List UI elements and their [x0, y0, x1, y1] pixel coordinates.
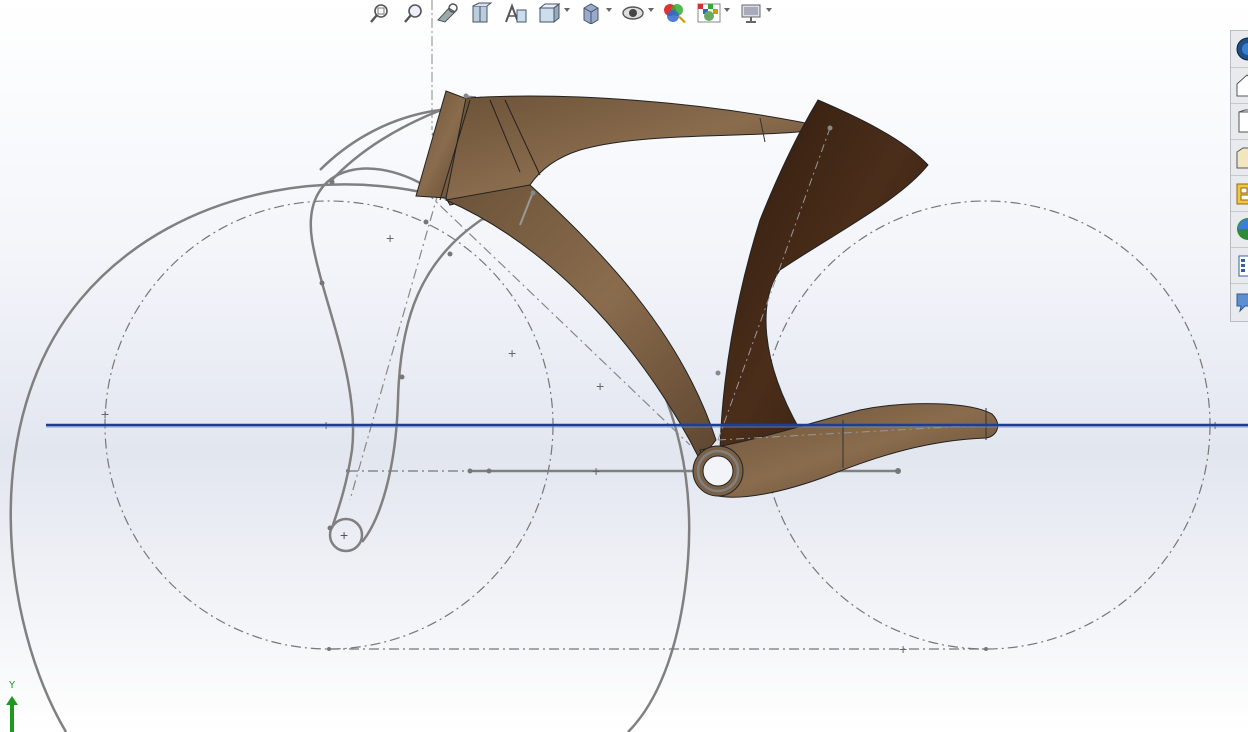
svg-text:+: +	[592, 463, 600, 479]
sketch-canvas[interactable]: + + + + + + + + +	[0, 0, 1248, 732]
view-orientation-icon[interactable]	[534, 1, 570, 25]
solidworks-resources-icon[interactable]	[1231, 31, 1248, 68]
hide-show-items-icon[interactable]	[618, 1, 654, 25]
graphics-area[interactable]: + + + + + + + + +	[0, 0, 1248, 732]
bottom-bracket-hole	[702, 455, 734, 487]
seat-stay	[719, 99, 929, 451]
custom-properties-icon[interactable]	[1231, 211, 1248, 248]
edit-appearance-icon[interactable]	[660, 1, 690, 25]
svg-text:+: +	[101, 406, 109, 422]
fork-outer-curve	[309, 167, 441, 529]
centerpoint-marker: +	[899, 641, 907, 657]
dynamic-annotation-views-icon[interactable]	[500, 1, 530, 25]
solidworks-forum-icon[interactable]	[1231, 247, 1248, 284]
file-explorer-icon[interactable]	[1231, 103, 1248, 140]
apply-scene-icon[interactable]	[694, 1, 730, 25]
y-axis-arrow-icon	[6, 696, 18, 732]
svg-text:+: +	[596, 378, 604, 394]
reference-triad: Y	[2, 680, 22, 732]
svg-text:+: +	[340, 527, 348, 543]
feedback-icon[interactable]	[1231, 283, 1248, 319]
svg-text:+: +	[386, 230, 394, 246]
triad-y-label: Y	[9, 680, 16, 691]
zoom-to-area-icon[interactable]	[398, 1, 428, 25]
design-library-icon[interactable]	[1231, 67, 1248, 104]
top-tube	[445, 95, 831, 206]
svg-text:+: +	[508, 345, 516, 361]
fork-inner-curve	[361, 216, 485, 543]
view-settings-icon[interactable]	[736, 1, 772, 25]
previous-view-icon[interactable]	[432, 1, 462, 25]
down-tube	[444, 184, 717, 461]
task-pane-tabs	[1230, 30, 1248, 322]
section-view-icon[interactable]	[466, 1, 496, 25]
zoom-to-fit-icon[interactable]	[364, 1, 394, 25]
heads-up-view-toolbar	[364, 0, 774, 26]
appearances-scenes-icon[interactable]	[1231, 175, 1248, 212]
display-style-icon[interactable]	[576, 1, 612, 25]
view-palette-icon[interactable]	[1231, 139, 1248, 176]
